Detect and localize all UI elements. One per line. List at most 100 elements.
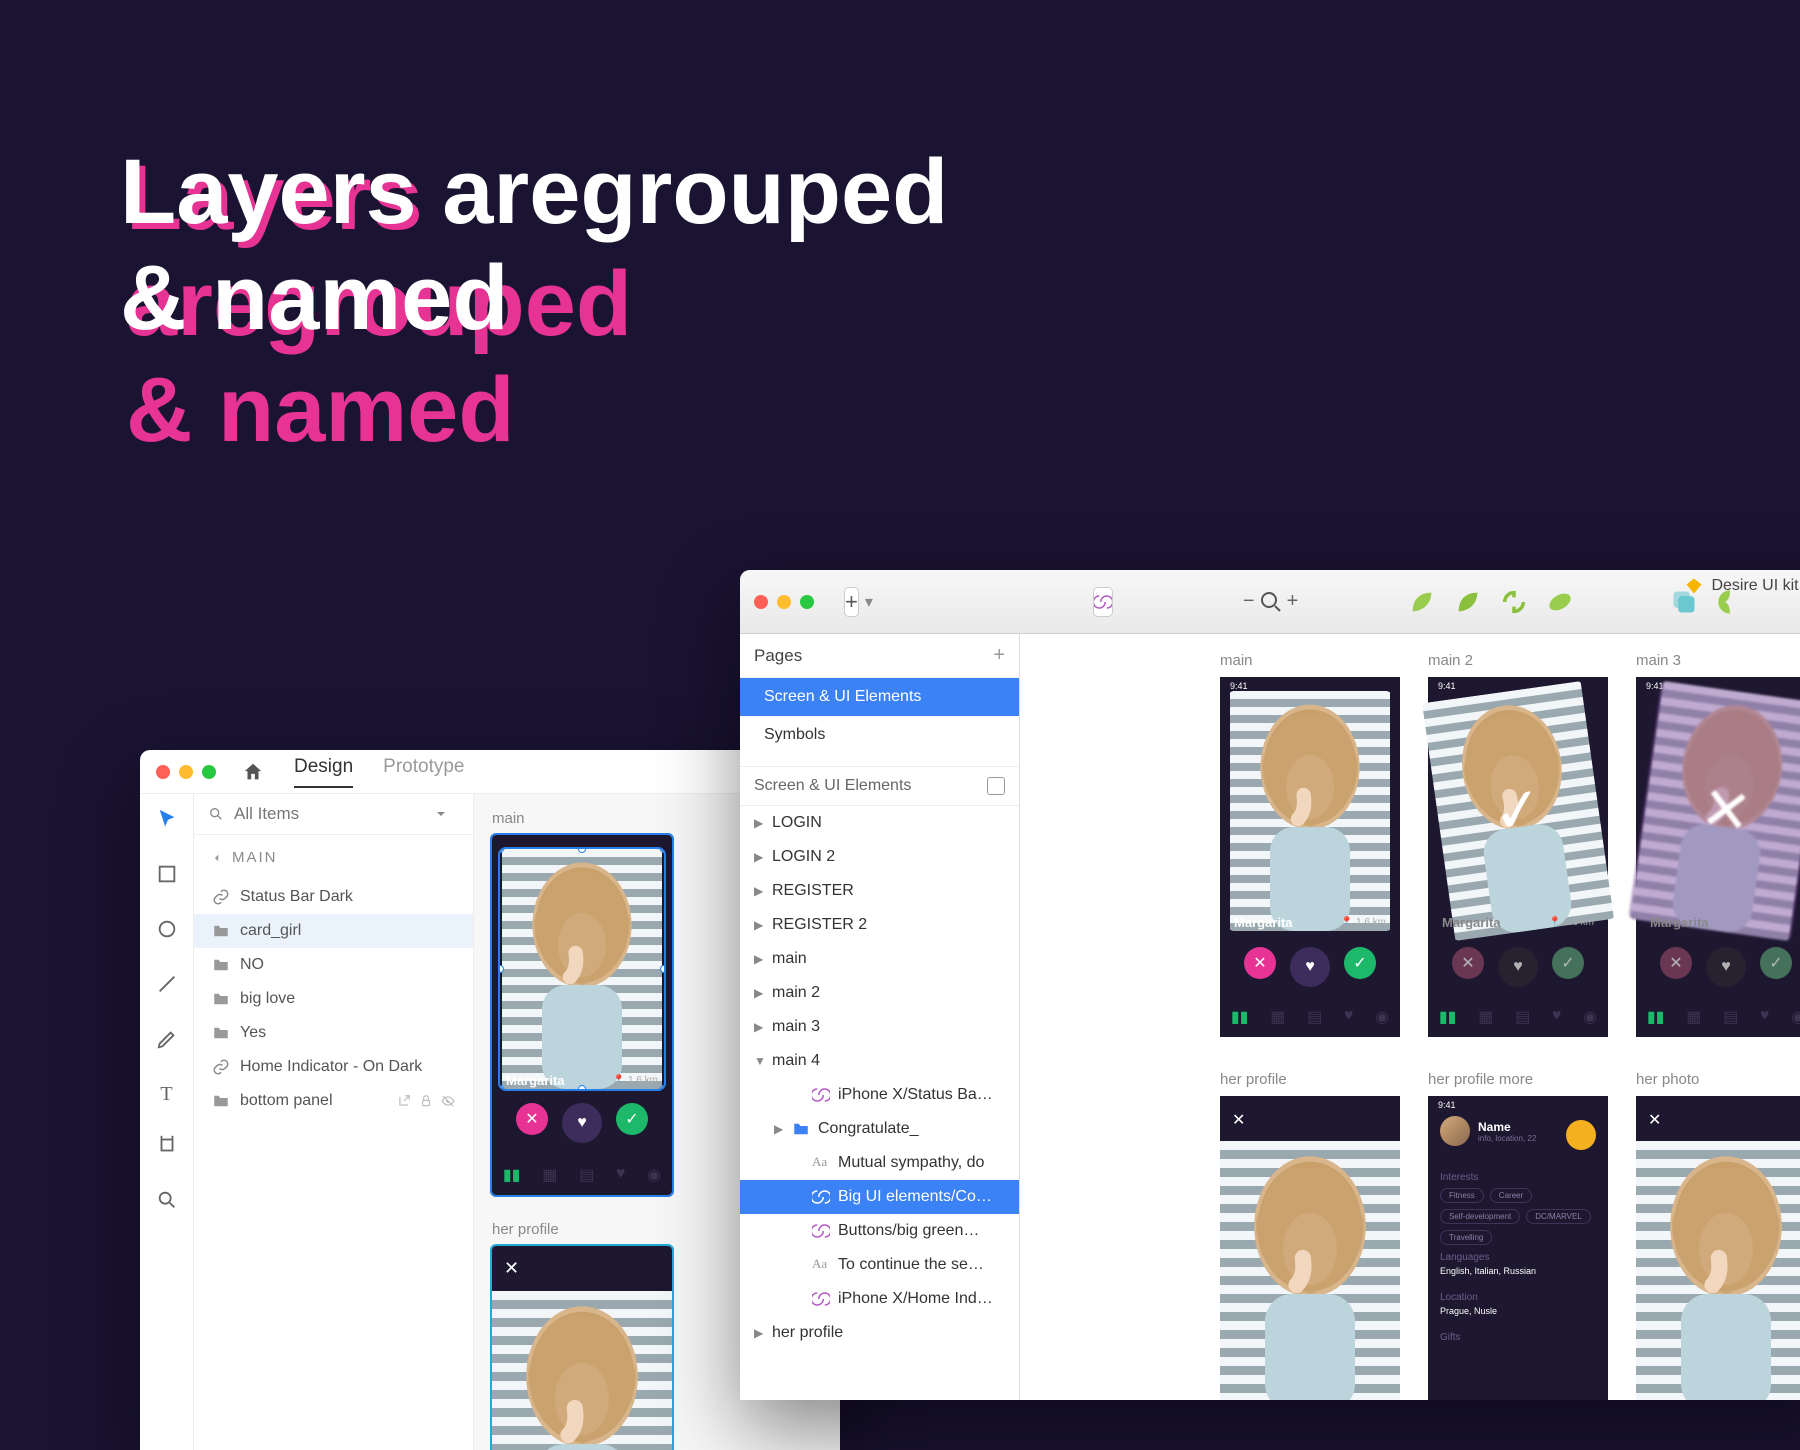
minimize-icon[interactable] [179,765,193,779]
reject-button[interactable]: ✕ [516,1103,548,1135]
line-tool-icon[interactable] [156,973,178,1000]
zoom-in-button[interactable]: + [1287,590,1299,613]
tree-row[interactable]: ▶REGISTER [740,874,1019,908]
tree-row[interactable]: ▶LOGIN [740,806,1019,840]
close-icon[interactable] [754,595,768,609]
artboard-her-profile[interactable]: ✕ [492,1246,672,1450]
pill-icon[interactable] [1546,588,1574,616]
tree-row[interactable]: iPhone X/Home Ind… [740,1282,1019,1316]
disclosure-arrow-icon[interactable]: ▶ [754,884,764,898]
home-icon[interactable] [242,761,264,783]
artboard-her-profile-more[interactable]: 9:41 Nameinfo, location, 22 Interests Fi… [1428,1096,1608,1400]
disclosure-arrow-icon[interactable]: ▶ [754,1020,764,1034]
layers-search[interactable]: All Items [194,794,473,835]
layer-row[interactable]: Status Bar Dark [194,880,473,914]
interest-tag[interactable]: Self-development [1440,1209,1520,1224]
add-page-button[interactable]: + [993,644,1005,667]
artboard-tool-icon[interactable] [156,1134,178,1161]
artboard-main[interactable]: 9:41 Margarita 📍 1.6 km ✕♥✓ ▮▮▦▤♥◉ [1220,677,1400,1037]
close-icon[interactable]: ✕ [1232,1110,1245,1130]
accept-button[interactable]: ✓ [616,1103,648,1135]
layer-row[interactable]: card_girl [194,914,473,948]
select-tool-icon[interactable] [156,808,178,835]
tree-row[interactable]: AaMutual sympathy, do [740,1146,1019,1180]
layer-row[interactable]: Yes [194,1016,473,1050]
nav-cards-icon[interactable]: ▮▮ [1231,1007,1249,1027]
zoom-tool-icon[interactable] [156,1189,178,1216]
nav-grid-icon[interactable]: ▦ [542,1165,557,1185]
document-title[interactable]: Desire UI kit ⌄ [1685,576,1800,596]
interest-tag[interactable]: DC/MARVEL [1526,1209,1591,1224]
lock-icon[interactable] [419,1094,433,1108]
page-item[interactable]: Screen & UI Elements [740,678,1019,716]
dropdown-arrow-icon[interactable]: ▾ [865,592,873,612]
tab-design[interactable]: Design [294,756,353,788]
zoom-icon[interactable] [1259,590,1283,614]
disclosure-arrow-icon[interactable]: ▶ [754,816,764,830]
layer-row[interactable]: big love [194,982,473,1016]
tree-row[interactable]: Buttons/big green… [740,1214,1019,1248]
artboard-label[interactable]: her profile [1220,1071,1400,1088]
accept-button[interactable]: ✓ [1344,947,1376,979]
maximize-icon[interactable] [202,765,216,779]
reject-button[interactable]: ✕ [1244,947,1276,979]
card-photo[interactable] [500,849,664,1089]
like-button[interactable]: ♥ [562,1103,602,1143]
artboard-label[interactable]: her profile more [1428,1071,1608,1088]
interest-tag[interactable]: Career [1490,1188,1532,1203]
disclosure-arrow-icon[interactable]: ▶ [754,1326,764,1340]
pen-tool-icon[interactable] [156,1028,178,1055]
tree-row[interactable]: ▶REGISTER 2 [740,908,1019,942]
close-icon[interactable]: ✕ [1648,1110,1661,1130]
fab-button[interactable] [1566,1120,1596,1150]
artboard-label[interactable]: main 2 [1428,652,1608,669]
insert-button[interactable]: + [844,587,859,617]
rectangle-tool-icon[interactable] [156,863,178,890]
disclosure-arrow-icon[interactable]: ▶ [754,986,764,1000]
canvas[interactable]: ◉ FACEBOOK ◉ INSTAGRAM ◉ FACEBOOK ◉ INST… [1020,634,1800,1400]
tree-row[interactable]: ▶LOGIN 2 [740,840,1019,874]
tree-row[interactable]: ▶main 3 [740,1010,1019,1044]
leaf-dark-icon[interactable] [1454,588,1482,616]
tree-row[interactable]: ▶her profile [740,1316,1019,1350]
leaf-icon[interactable] [1408,588,1436,616]
artboard-main-3[interactable]: 9:41 ✕ Margarita ✕♥✓ ▮▮▦▤♥◉ [1636,677,1800,1037]
interest-tag[interactable]: Travelling [1440,1230,1492,1245]
tree-row[interactable]: ▶main [740,942,1019,976]
text-tool-icon[interactable]: T [160,1083,172,1106]
export-icon[interactable] [397,1094,411,1108]
interest-tag[interactable]: Fitness [1440,1188,1484,1203]
page-item[interactable]: Symbols [740,716,1019,754]
artboard-her-photo[interactable]: ✕ [1636,1096,1800,1400]
tree-row[interactable]: ▼main 4 [740,1044,1019,1078]
nav-cards-icon[interactable]: ▮▮ [503,1165,521,1185]
layer-row[interactable]: bottom panel [194,1084,473,1118]
artboard-main[interactable]: Margarita 📍 1.6 km ✕ ♥ ✓ ▮▮ ▦ ▤ ♥ ◉ [492,835,672,1195]
disclosure-arrow-icon[interactable]: ▶ [754,952,764,966]
nav-chat-icon[interactable]: ▤ [579,1165,594,1185]
like-button[interactable]: ♥ [1290,947,1330,987]
maximize-icon[interactable] [800,595,814,609]
refresh-icon[interactable] [1500,588,1528,616]
breadcrumb[interactable]: MAIN [194,835,473,880]
create-symbol-button[interactable] [1093,587,1113,617]
minimize-icon[interactable] [777,595,791,609]
tab-prototype[interactable]: Prototype [383,756,464,788]
close-icon[interactable] [156,765,170,779]
close-icon[interactable]: ✕ [504,1258,519,1279]
tree-row[interactable]: ▶Congratulate_ [740,1112,1019,1146]
zoom-out-button[interactable]: − [1243,590,1255,613]
tree-row[interactable]: ▶main 2 [740,976,1019,1010]
artboard-label[interactable]: main 3 [1636,652,1800,669]
layer-row[interactable]: Home Indicator - On Dark [194,1050,473,1084]
avatar[interactable] [1440,1116,1470,1146]
disclosure-arrow-icon[interactable]: ▶ [774,1122,784,1136]
disclosure-arrow-icon[interactable]: ▶ [754,918,764,932]
nav-heart-icon[interactable]: ♥ [616,1165,626,1185]
artboard-label[interactable]: her photo [1636,1071,1800,1088]
visibility-icon[interactable] [441,1094,455,1108]
artboard-her-profile[interactable]: ✕ Margarita [1220,1096,1400,1400]
disclosure-arrow-icon[interactable]: ▶ [754,850,764,864]
artboard-label[interactable]: main [1220,652,1400,669]
ellipse-tool-icon[interactable] [156,918,178,945]
